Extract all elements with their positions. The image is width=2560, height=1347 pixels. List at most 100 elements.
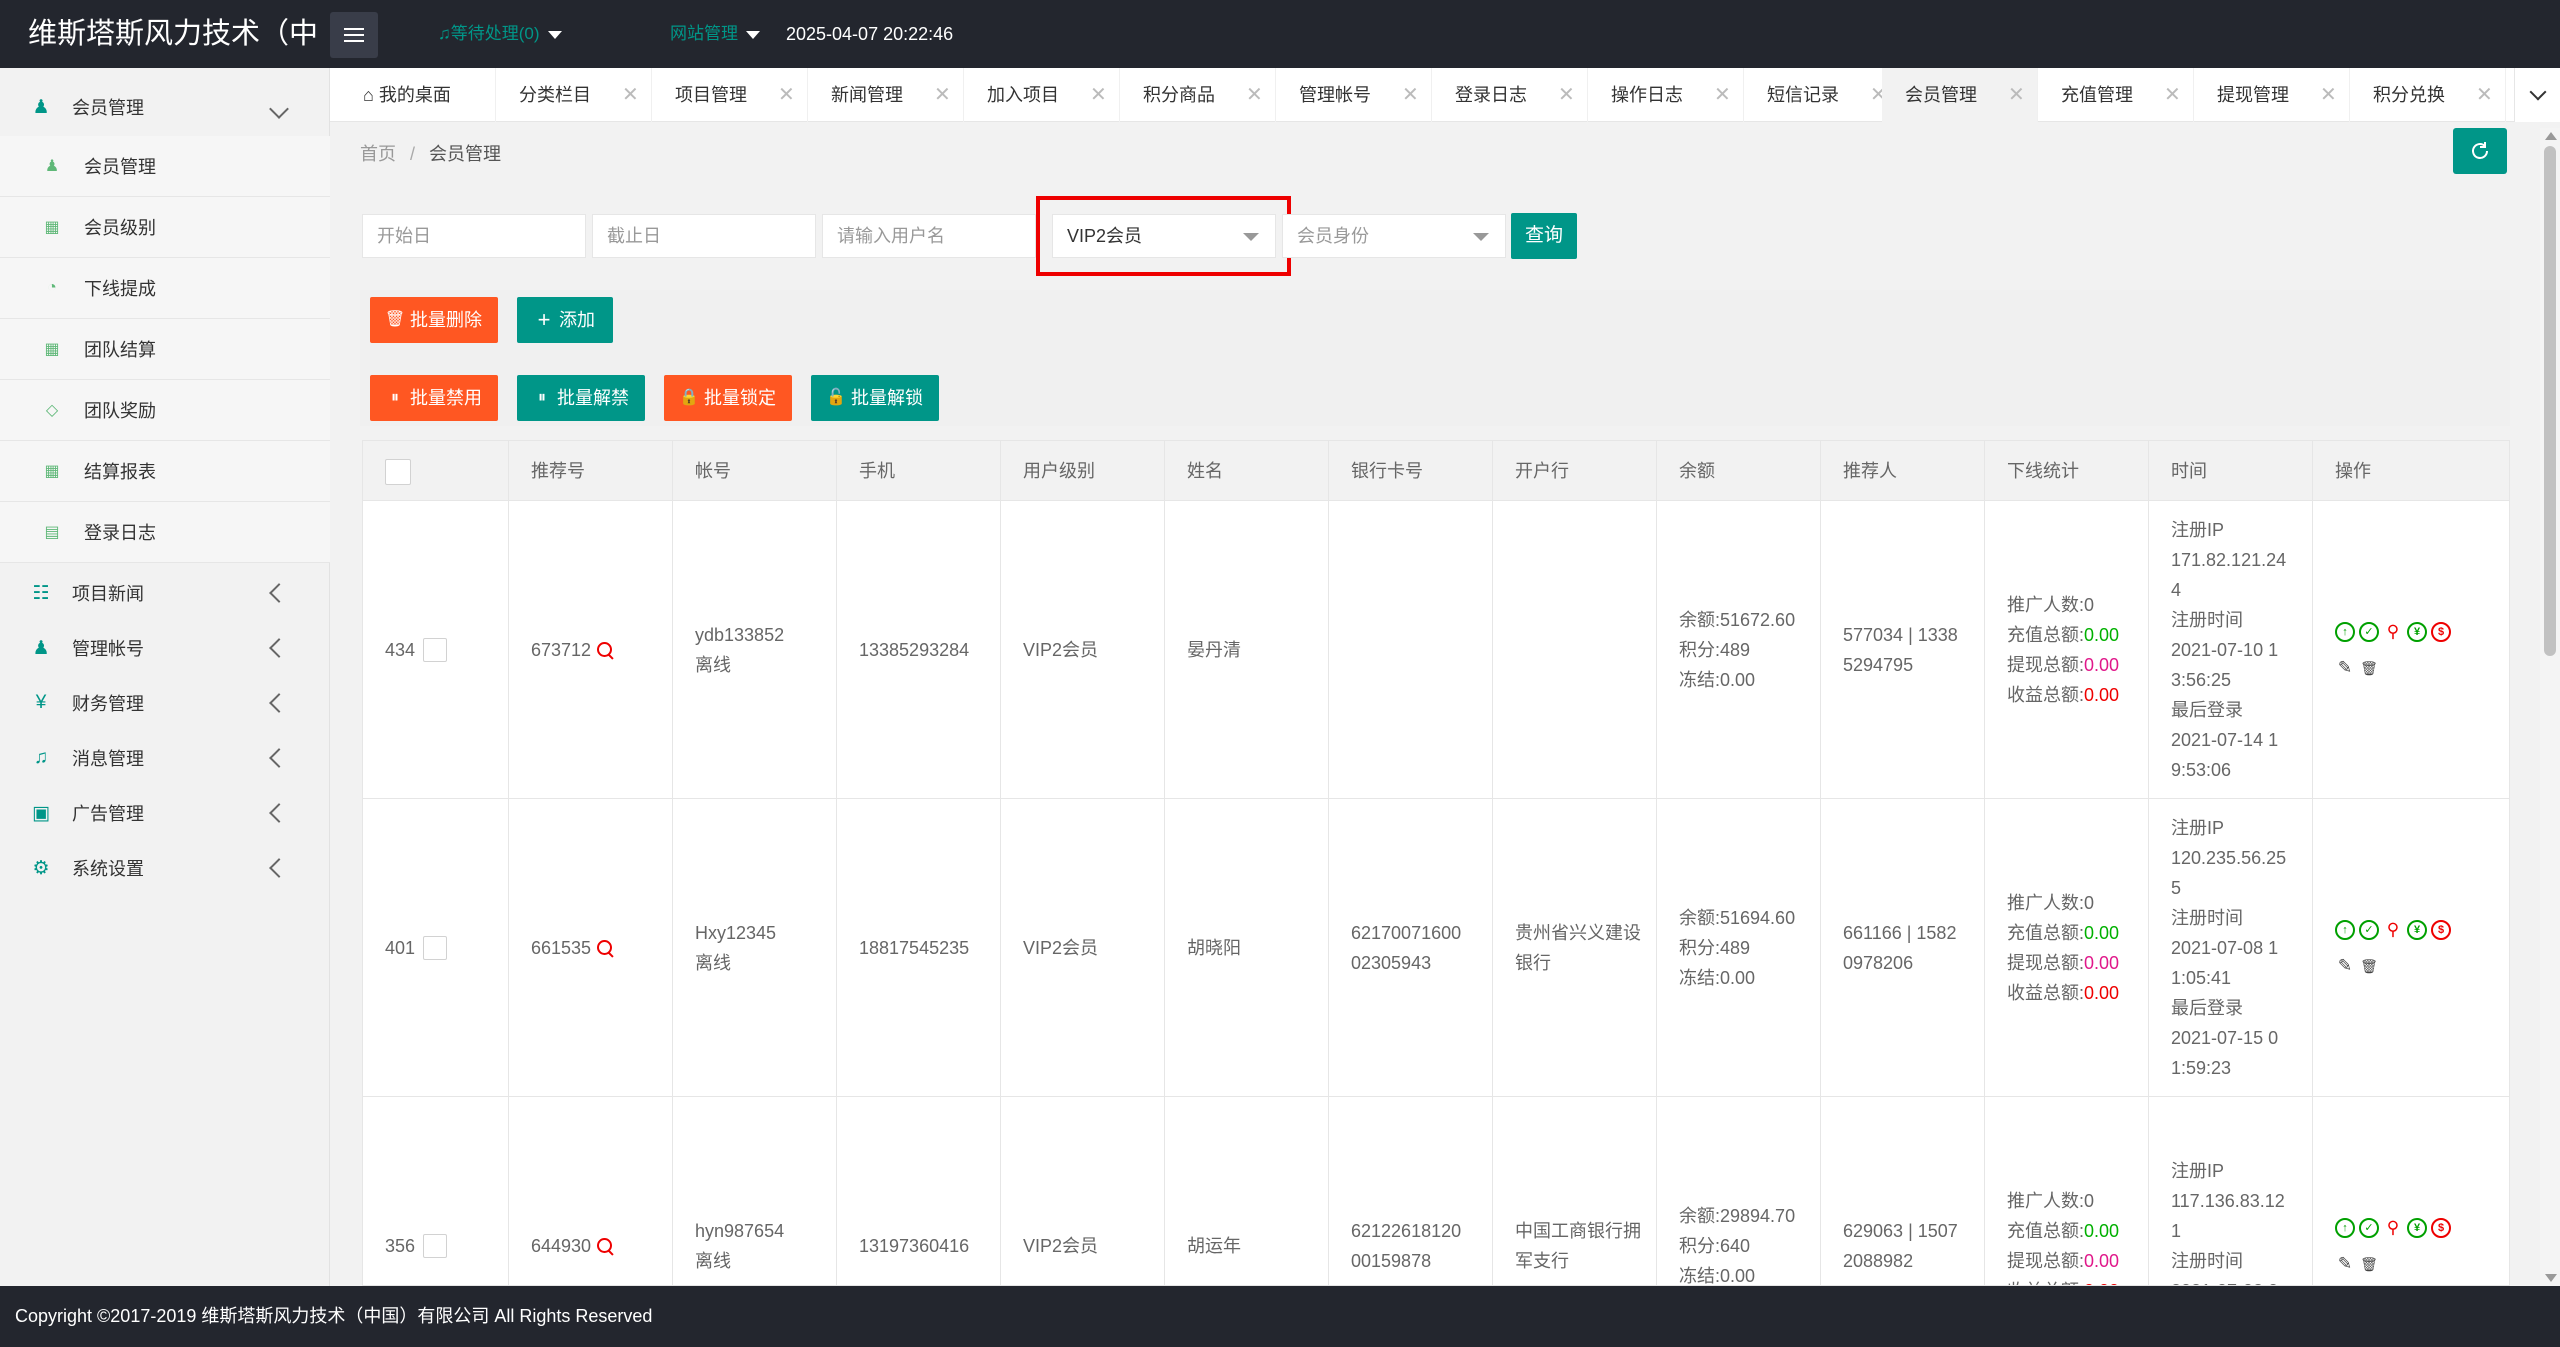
search-icon[interactable]: ⚲ — [2383, 617, 2403, 647]
tab-more-button[interactable] — [2514, 68, 2560, 122]
sidebar-group-admin-accounts[interactable]: ♟ 管理帐号 — [0, 620, 330, 676]
close-icon[interactable]: ✕ — [1402, 68, 1419, 122]
search-icon[interactable] — [597, 939, 613, 956]
row-checkbox[interactable] — [423, 637, 448, 662]
tab-admin-accounts[interactable]: 管理帐号 ✕ — [1276, 68, 1432, 122]
tab-points-exchange[interactable]: 积分兑换 ✕ — [2350, 68, 2506, 122]
dollar-icon[interactable]: $ — [2431, 919, 2451, 940]
upgrade-icon[interactable]: ↑ — [2335, 1217, 2355, 1238]
tab-project-management[interactable]: 项目管理 ✕ — [652, 68, 808, 122]
sidebar-group-member-management[interactable]: ♟ 会员管理 — [0, 78, 330, 136]
sidebar-group-messages[interactable]: ♫ 消息管理 — [0, 730, 330, 786]
close-icon[interactable]: ✕ — [1558, 68, 1575, 122]
withdraw-total-value: 0.00 — [2084, 654, 2120, 675]
trash-icon[interactable]: 🗑 — [2359, 1249, 2379, 1279]
sidebar-item-settlement-report[interactable]: ▦ 结算报表 — [0, 441, 330, 502]
pause-circle-icon: ⏸ — [537, 389, 546, 406]
scroll-up-icon[interactable] — [2545, 132, 2557, 140]
edit-icon[interactable]: ✎ — [2335, 951, 2355, 981]
tab-withdraw-management[interactable]: 提现管理 ✕ — [2194, 68, 2350, 122]
shield-check-icon[interactable]: ✓ — [2359, 919, 2379, 940]
user-name: 胡运年 — [1187, 1235, 1241, 1256]
close-icon[interactable]: ✕ — [2008, 68, 2025, 122]
sidebar-group-project-news[interactable]: ☷ 项目新闻 — [0, 565, 330, 621]
refresh-button[interactable] — [2453, 128, 2507, 174]
username-input[interactable]: 请输入用户名 — [822, 214, 1036, 258]
sidebar-item-team-reward[interactable]: ◇ 团队奖励 — [0, 380, 330, 441]
vertical-scrollbar[interactable] — [2540, 128, 2560, 1286]
select-all-checkbox[interactable] — [385, 459, 411, 485]
shield-check-icon[interactable]: ✓ — [2359, 621, 2379, 642]
upgrade-icon[interactable]: ↑ — [2335, 621, 2355, 642]
row-checkbox[interactable] — [423, 1233, 448, 1258]
edit-icon[interactable]: ✎ — [2335, 653, 2355, 683]
edit-icon[interactable]: ✎ — [2335, 1249, 2355, 1279]
close-icon[interactable]: ✕ — [2164, 68, 2181, 122]
sidebar-item-member-level[interactable]: ▦ 会员级别 — [0, 197, 330, 258]
close-icon[interactable]: ✕ — [2476, 68, 2493, 122]
yen-icon[interactable]: ¥ — [2407, 1217, 2427, 1238]
tab-sms-records[interactable]: 短信记录 ✕ — [1744, 68, 1900, 122]
withdraw-total-label: 提现总额: — [2007, 1250, 2085, 1271]
batch-delete-button[interactable]: 🗑 批量删除 — [370, 297, 498, 343]
close-icon[interactable]: ✕ — [1090, 68, 1107, 122]
upgrade-icon[interactable]: ↑ — [2335, 919, 2355, 940]
close-icon[interactable]: ✕ — [1714, 68, 1731, 122]
search-icon[interactable]: ⚲ — [2383, 915, 2403, 945]
shield-check-icon[interactable]: ✓ — [2359, 1217, 2379, 1238]
dollar-icon[interactable]: $ — [2431, 621, 2451, 642]
trash-icon[interactable]: 🗑 — [2359, 951, 2379, 981]
pending-tasks-menu[interactable]: ♫等待处理(0) — [438, 0, 562, 68]
query-button[interactable]: 查询 — [1511, 213, 1577, 259]
scroll-down-icon[interactable] — [2545, 1274, 2557, 1282]
tab-join-project[interactable]: 加入项目 ✕ — [964, 68, 1120, 122]
scroll-thumb[interactable] — [2544, 146, 2556, 656]
row-checkbox[interactable] — [423, 935, 448, 960]
tab-operation-log[interactable]: 操作日志 ✕ — [1588, 68, 1744, 122]
breadcrumb-home-link[interactable]: 首页 — [360, 144, 396, 164]
tab-recharge-management[interactable]: 充值管理 ✕ — [2038, 68, 2194, 122]
referrer-stack: 661166 | 1582 0978206 — [1843, 918, 1956, 978]
search-icon[interactable]: ⚲ — [2383, 1213, 2403, 1243]
close-icon[interactable]: ✕ — [622, 68, 639, 122]
close-icon[interactable]: ✕ — [934, 68, 951, 122]
tab-my-desktop[interactable]: ⌂ 我的桌面 — [340, 68, 496, 122]
sidebar-group-finance[interactable]: ¥ 财务管理 — [0, 675, 330, 731]
search-icon[interactable] — [597, 641, 613, 658]
sidebar-item-downline-commission[interactable]: ◔ 下线提成 — [0, 258, 330, 319]
column-header-select — [363, 441, 509, 501]
dollar-icon[interactable]: $ — [2431, 1217, 2451, 1238]
tab-category[interactable]: 分类栏目 ✕ — [496, 68, 652, 122]
time-line: 117.136.83.12 — [2171, 1190, 2285, 1211]
tab-member-management[interactable]: 会员管理 ✕ — [1882, 68, 2038, 122]
add-button[interactable]: + 添加 — [517, 297, 613, 343]
close-icon[interactable]: ✕ — [1246, 68, 1263, 122]
close-icon[interactable]: ✕ — [778, 68, 795, 122]
table-cell: VIP2会员 — [1001, 501, 1165, 798]
batch-lock-button[interactable]: 🔒 批量锁定 — [664, 375, 792, 421]
tab-news-management[interactable]: 新闻管理 ✕ — [808, 68, 964, 122]
start-date-input[interactable]: 开始日 — [362, 214, 586, 258]
yen-icon[interactable]: ¥ — [2407, 621, 2427, 642]
member-identity-select[interactable]: 会员身份 — [1282, 214, 1506, 258]
bank-name: 中国工商银行拥 — [1515, 1220, 1641, 1241]
batch-disable-button[interactable]: ⏸ 批量禁用 — [370, 375, 498, 421]
tab-points-goods[interactable]: 积分商品 ✕ — [1120, 68, 1276, 122]
site-management-menu[interactable]: 网站管理 — [670, 0, 760, 68]
tab-login-log[interactable]: 登录日志 ✕ — [1432, 68, 1588, 122]
member-level-select[interactable]: VIP2会员 — [1052, 214, 1276, 258]
sidebar-item-login-log[interactable]: ▤ 登录日志 — [0, 502, 330, 563]
yen-icon[interactable]: ¥ — [2407, 919, 2427, 940]
trash-icon[interactable]: 🗑 — [2359, 653, 2379, 683]
sidebar-item-team-settlement[interactable]: ▦ 团队结算 — [0, 319, 330, 380]
menu-toggle-button[interactable] — [330, 12, 378, 58]
batch-unban-button[interactable]: ⏸ 批量解禁 — [517, 375, 645, 421]
close-icon[interactable]: ✕ — [2320, 68, 2337, 122]
sidebar-item-label: 会员管理 — [84, 157, 156, 177]
batch-unlock-button[interactable]: 🔓 批量解锁 — [811, 375, 939, 421]
sidebar-group-system-settings[interactable]: ⚙ 系统设置 — [0, 840, 330, 896]
end-date-input[interactable]: 截止日 — [592, 214, 816, 258]
search-icon[interactable] — [597, 1237, 613, 1254]
sidebar-group-ads[interactable]: ▣ 广告管理 — [0, 785, 330, 841]
sidebar-item-member-management[interactable]: ♟ 会员管理 — [0, 136, 330, 197]
